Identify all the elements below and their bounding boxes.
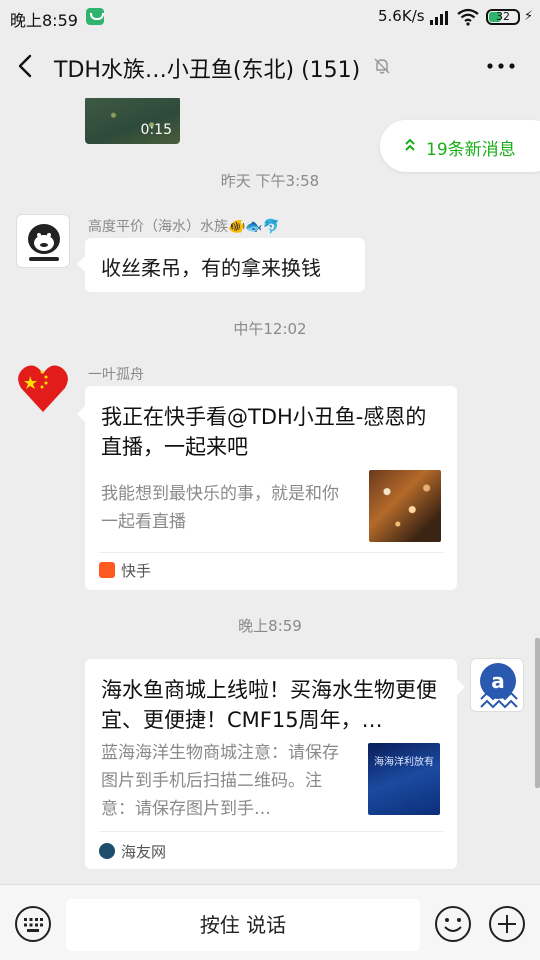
link-card-haiyouwang[interactable]: 海水鱼商城上线啦！买海水生物更便宜、更便捷！CMF15周年，… 蓝海海洋生物商城…: [85, 659, 465, 869]
plus-icon[interactable]: [488, 905, 526, 943]
ai-logo-icon: a: [480, 663, 518, 709]
sender-name: 高度平价（海水）水族🐠🐟🐬: [88, 219, 281, 235]
link-card-kuaishou[interactable]: 我正在快手看@TDH小丑鱼-感恩的直播，一起来吧 我能想到最快乐的事，就是和你一…: [77, 386, 457, 590]
keyboard-icon[interactable]: [14, 905, 52, 943]
timestamp: 晚上8:59: [238, 617, 302, 635]
avatar[interactable]: a: [470, 658, 524, 712]
message-text: 收丝柔吊，有的拿来换钱: [101, 256, 321, 280]
emoji-icon[interactable]: [434, 905, 472, 943]
message-list[interactable]: 0:15 19条新消息 昨天 下午3:58 高度平价（海水）水族🐠🐟🐬 收丝柔吊…: [0, 98, 540, 884]
video-duration: 0:15: [140, 122, 172, 138]
haiyouwang-icon: [99, 843, 115, 859]
svg-text:a: a: [491, 669, 505, 693]
double-chevron-up-icon: [405, 138, 415, 151]
back-icon[interactable]: [12, 52, 40, 80]
sender-name: 一叶孤舟: [88, 367, 144, 383]
status-bar: 晚上8:59 5.6K/s 32 ⚡: [0, 0, 540, 34]
text-message-bubble[interactable]: 收丝柔吊，有的拿来换钱: [77, 238, 365, 292]
divider: [99, 552, 443, 553]
timestamp: 中午12:02: [233, 320, 307, 338]
status-time: 晚上8:59: [10, 11, 78, 30]
battery-level: 32: [496, 10, 510, 23]
charging-icon: ⚡: [524, 9, 534, 24]
card-thumbnail: [369, 470, 441, 542]
mute-icon: [374, 58, 390, 74]
card-title: 我正在快手看@TDH小丑鱼-感恩的直播，一起来吧: [101, 405, 427, 459]
new-messages-button[interactable]: 19条新消息: [380, 120, 540, 172]
wifi-icon: [457, 8, 479, 26]
card-description: 我能想到最快乐的事，就是和你一起看直播: [101, 484, 339, 532]
avatar[interactable]: [16, 214, 70, 268]
card-source: 快手: [121, 562, 152, 580]
scrollbar[interactable]: [535, 638, 540, 788]
card-title: 海水鱼商城上线啦！买海水生物更便宜、更便捷！CMF15周年，…: [101, 678, 437, 732]
divider: [99, 831, 443, 832]
timestamp: 昨天 下午3:58: [220, 172, 320, 190]
network-speed: 5.6K/s: [378, 7, 425, 25]
app-notification-icon: [86, 8, 104, 25]
new-messages-label: 19条新消息: [426, 140, 516, 160]
input-bar: 按住 说话: [0, 884, 540, 960]
heart-flag-icon: [18, 365, 68, 412]
chat-header: TDH水族…小丑鱼(东北) (151): [0, 34, 540, 98]
card-thumbnail: 海海洋利放有: [368, 743, 440, 815]
more-icon[interactable]: [484, 54, 518, 78]
gorilla-icon: [28, 224, 60, 261]
avatar[interactable]: [16, 362, 70, 416]
kuaishou-icon: [99, 562, 115, 578]
card-source: 海友网: [121, 843, 167, 861]
signal-icon: [430, 11, 448, 25]
thumbnail-text: 海海洋利放有: [374, 757, 434, 768]
chat-title: TDH水族…小丑鱼(东北) (151): [54, 58, 361, 83]
hold-to-talk-button[interactable]: 按住 说话: [66, 899, 420, 951]
card-description: 蓝海海洋生物商城注意：请保存图片到手机后扫描二维码。注意：请保存图片到手…: [101, 743, 339, 819]
video-message[interactable]: 0:15: [85, 98, 180, 144]
battery-icon: 32: [486, 9, 520, 25]
